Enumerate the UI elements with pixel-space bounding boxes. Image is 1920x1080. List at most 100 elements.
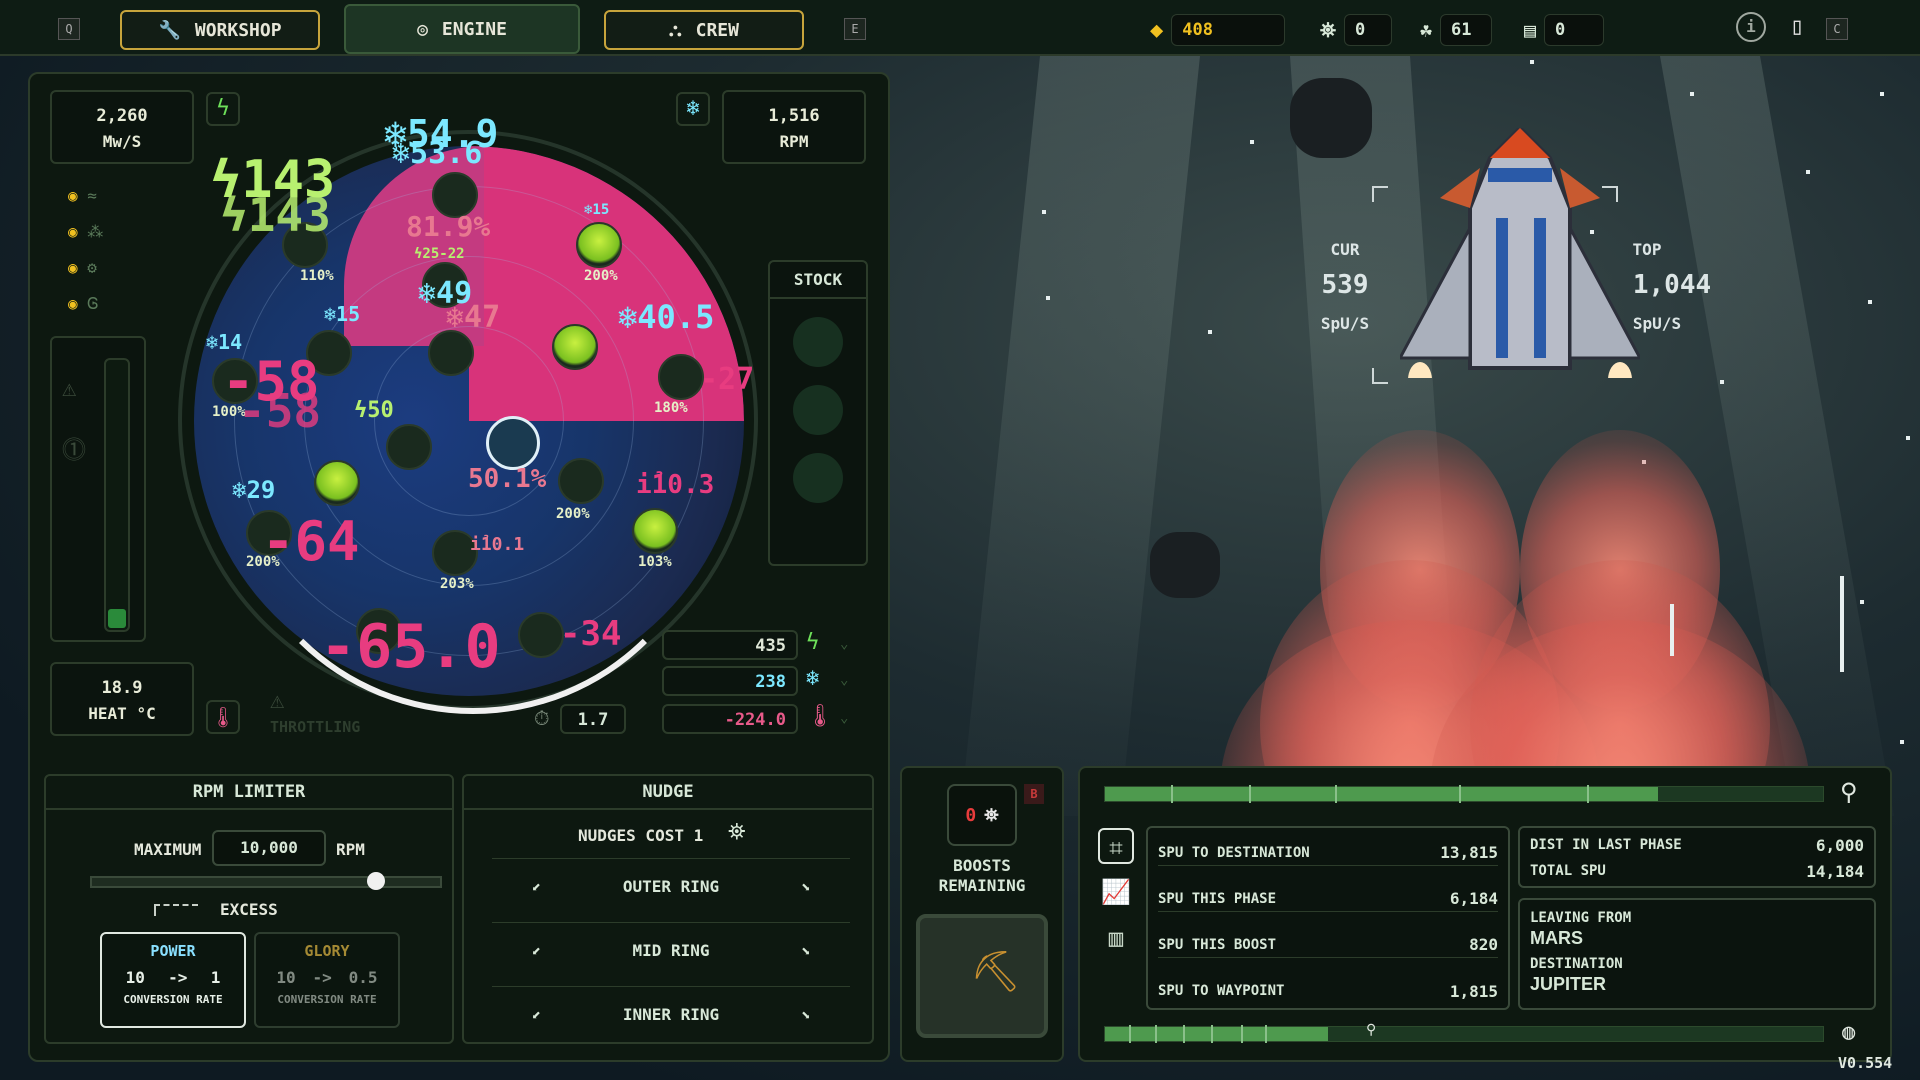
module-node[interactable] (428, 330, 474, 376)
tab-engine[interactable]: ◎ ENGINE (344, 4, 580, 54)
info-icon[interactable]: i (1736, 12, 1766, 42)
rotate-left-icon[interactable]: ⬋ (532, 877, 542, 896)
leaving-from-value: MARS (1530, 928, 1583, 948)
progress-tick (1265, 1025, 1267, 1043)
module-node[interactable] (552, 324, 598, 370)
floating-number: ϟ50 (354, 398, 394, 423)
lightning-icon: ϟ (806, 630, 820, 655)
spu-stat-row: SPU TO DESTINATION 13,815 (1158, 840, 1498, 866)
floating-number: -64 (262, 510, 360, 573)
heat-unit: HEAT °C (88, 704, 156, 723)
version-label: V0.554 (1838, 1054, 1893, 1072)
chevron-down-icon[interactable]: ⌄ (840, 672, 848, 688)
module-node[interactable] (386, 424, 432, 470)
module-node[interactable] (314, 460, 360, 506)
rpm-limiter-panel: RPM LIMITER MAXIMUM 10,000 RPM EXCESS PO… (44, 774, 454, 1044)
star (1720, 380, 1724, 384)
stock-slot[interactable] (793, 453, 843, 503)
glory-conversion-option[interactable]: GLORY 10 -> 0.5 CONVERSION RATE (254, 932, 400, 1028)
hud-corner (1602, 186, 1618, 202)
seed-icon: ☘ (1420, 18, 1433, 42)
progress-tick (1587, 785, 1589, 803)
max-rpm-input[interactable]: 10,000 (212, 830, 326, 866)
stock-slot[interactable] (793, 385, 843, 435)
heat-gauge-fill (108, 609, 126, 628)
module-node[interactable] (632, 508, 678, 554)
hud-corner (1372, 368, 1388, 384)
stock-slot[interactable] (793, 317, 843, 367)
route-box: LEAVING FROM MARS DESTINATION JUPITER (1518, 898, 1876, 1010)
power-output-value: 2,260 (96, 106, 148, 126)
progress-tick (1129, 1025, 1131, 1043)
cooling-readout: 238 (662, 666, 798, 696)
tab-workshop[interactable]: 🔧 WORKSHOP (120, 10, 320, 50)
floating-number: ❄47 (446, 300, 501, 335)
node-efficiency: 200% (556, 506, 590, 522)
line-graph-icon[interactable]: 📈 (1098, 874, 1134, 910)
asteroid (1150, 532, 1220, 598)
chevron-down-icon[interactable]: ⌄ (840, 636, 848, 652)
floating-number: ϟ25-22 (414, 246, 465, 262)
eye-toggle[interactable]: ◉ ⚙ (68, 258, 97, 277)
floating-number: ❄29 (232, 476, 276, 504)
rpm-unit: RPM (779, 132, 809, 151)
module-node[interactable] (558, 458, 604, 504)
power-conversion-title: POWER (150, 942, 196, 960)
power-output-box: 2,260 Mw/S (50, 90, 194, 164)
bar-graph-icon[interactable]: ▥ (1098, 920, 1134, 956)
eye-toggle[interactable]: ◉ Ꮆ (68, 294, 99, 314)
star (1690, 92, 1694, 96)
cur-speed-unit: SpU/S (1320, 314, 1370, 333)
rotate-right-icon[interactable]: ⬊ (800, 877, 810, 896)
center-hub[interactable] (486, 416, 540, 470)
stopwatch-icon: ⏱ (534, 706, 550, 730)
nudge-panel: NUDGE NUDGES COST 1 ⛯ ⬋ OUTER RING ⬊ ⬋ M… (462, 774, 874, 1044)
rotate-left-icon[interactable]: ⬋ (532, 941, 542, 960)
rotate-right-icon[interactable]: ⬊ (800, 1005, 810, 1024)
boosts-panel: B 0 ⛯ BOOSTS REMAINING ⛏ (900, 766, 1064, 1062)
boosts-label: BOOSTS REMAINING (902, 856, 1062, 896)
conversion-from: 10 (276, 968, 296, 987)
slider-knob[interactable] (366, 872, 385, 890)
chevron-down-icon[interactable]: ⌄ (840, 710, 848, 726)
destination-pin-icon: ⚲ (1840, 778, 1858, 806)
module-node[interactable] (576, 222, 622, 268)
eye-toggle[interactable]: ◉ ⁂ (68, 222, 103, 241)
asteroid (1290, 78, 1372, 158)
rotate-left-icon[interactable]: ⬋ (532, 1005, 542, 1024)
stat-label: SPU THIS PHASE (1158, 890, 1277, 907)
module-node[interactable] (658, 354, 704, 400)
stat-value: 6,000 (1815, 835, 1864, 855)
heat-gauge: ⚠ ⓵ (50, 336, 146, 642)
cur-speed-value: 539 (1321, 270, 1369, 300)
stat-value: 1,815 (1449, 981, 1498, 1001)
throttling-label: THROTTLING (270, 718, 361, 736)
stat-value: 6,184 (1449, 889, 1498, 908)
floating-number: ϟ143 (220, 188, 331, 242)
star (1880, 92, 1884, 96)
gold-diamond-icon: ◆ (1150, 17, 1164, 43)
boost-card[interactable]: ⛏ (916, 914, 1048, 1038)
conversion-to: 0.5 (348, 968, 378, 987)
star (1530, 60, 1534, 64)
module-node[interactable] (518, 612, 564, 658)
eye-toggle[interactable]: ◉ ≈ (68, 186, 97, 205)
power-output-unit: Mw/S (102, 132, 142, 151)
progress-tick (1211, 1025, 1213, 1043)
tab-crew[interactable]: ⛬ CREW (604, 10, 804, 50)
rpm-limit-slider[interactable] (90, 872, 442, 890)
codex-icon[interactable]: ▯ (1790, 12, 1804, 40)
star (1860, 600, 1864, 604)
power-conversion-option[interactable]: POWER 10 -> 1 CONVERSION RATE (100, 932, 246, 1028)
tab-crew-label: CREW (695, 19, 739, 41)
excess-bracket (154, 904, 198, 916)
rotate-right-icon[interactable]: ⬊ (800, 941, 810, 960)
stock-panel: STOCK (768, 260, 868, 566)
star-chart-icon[interactable]: ⌗ (1098, 828, 1134, 864)
stat-value: 13,815 (1440, 843, 1498, 862)
distance-box: DIST IN LAST PHASE 6,000 TOTAL SPU 14,184 (1518, 826, 1876, 888)
mid-ring-row: ⬋ MID RING ⬊ (492, 922, 850, 978)
speed-tick (1840, 576, 1844, 672)
destination-label: DESTINATION (1530, 956, 1623, 972)
node-efficiency: 103% (638, 554, 672, 570)
